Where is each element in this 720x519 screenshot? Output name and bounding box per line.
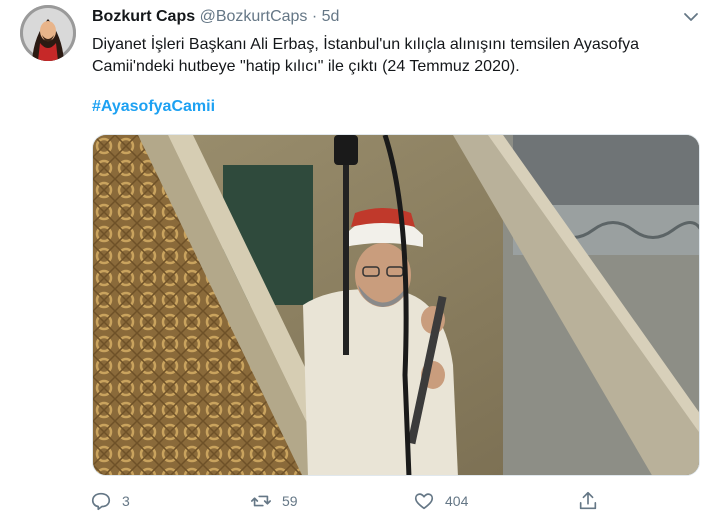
like-icon (414, 493, 434, 510)
share-icon (579, 491, 597, 510)
mosque-pulpit-photo (93, 135, 699, 475)
reply-button[interactable]: 3 (90, 488, 130, 514)
tweet-actions: 3 59 404 (90, 488, 610, 514)
reply-icon (91, 492, 111, 511)
avatar[interactable] (20, 5, 76, 61)
retweet-count: 59 (282, 493, 298, 509)
hashtag-link[interactable]: #AyasofyaCamii (92, 98, 215, 116)
retweet-button[interactable]: 59 (250, 488, 298, 514)
retweet-icon (251, 495, 271, 507)
tweet-text-line: Diyanet İşleri Başkanı Ali Erbaş, İstanb… (92, 36, 640, 53)
tweet-text-line: Camii'ndeki hutbeye "hatip kılıcı" ile ç… (92, 58, 520, 75)
reply-count: 3 (122, 493, 130, 509)
author-name[interactable]: Bozkurt Caps (92, 8, 195, 25)
share-button[interactable] (577, 488, 599, 514)
tweet-text: Diyanet İşleri Başkanı Ali Erbaş, İstanb… (92, 34, 702, 78)
like-count: 404 (445, 493, 469, 509)
tweet-time[interactable]: 5d (322, 8, 340, 25)
chevron-down-icon[interactable] (683, 9, 699, 25)
author-handle[interactable]: @BozkurtCaps (200, 8, 308, 25)
tweet-media-image[interactable] (92, 134, 700, 476)
avatar-image (20, 5, 76, 61)
tweet-header: Bozkurt Caps @BozkurtCaps · 5d (92, 8, 339, 26)
like-button[interactable]: 404 (413, 488, 468, 514)
header-separator: · (311, 8, 318, 25)
